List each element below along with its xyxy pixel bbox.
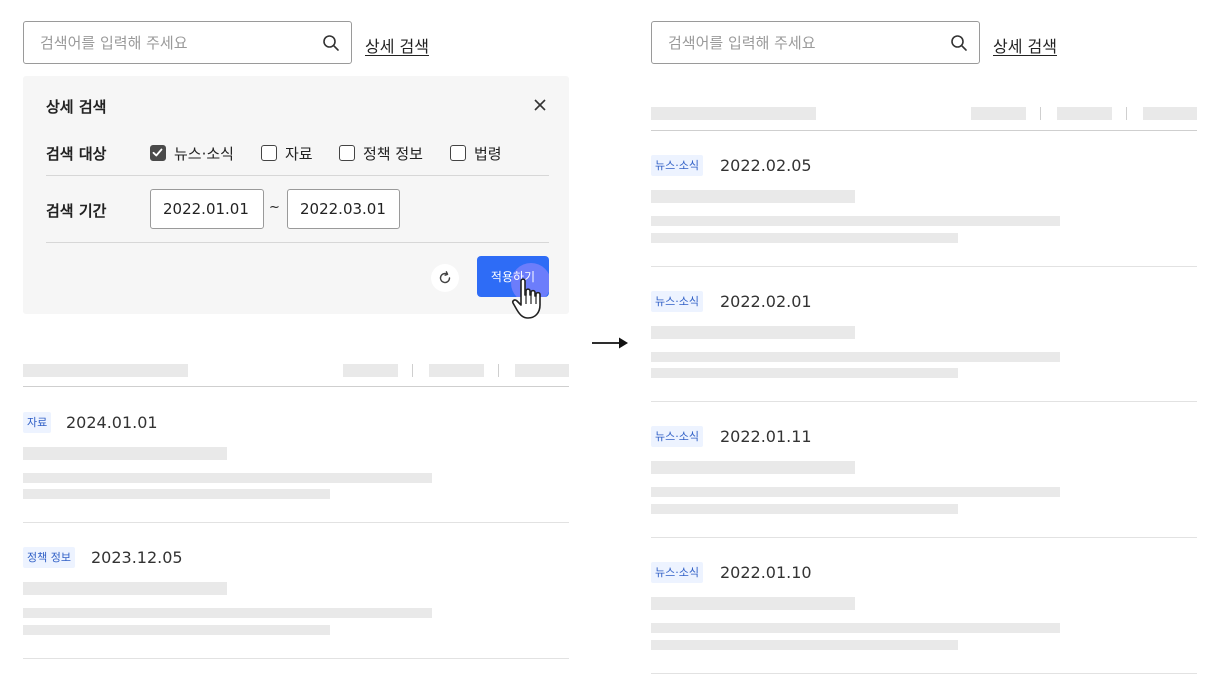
divider: [23, 386, 569, 387]
separator: [412, 364, 413, 377]
skeleton-bar: [651, 368, 958, 378]
target-label: 뉴스·소식: [174, 144, 234, 163]
skeleton-bar: [651, 326, 855, 339]
skeleton-bar: [23, 473, 432, 483]
skeleton-bar: [23, 447, 227, 460]
target-label: 자료: [285, 144, 313, 163]
advanced-search-link[interactable]: 상세 검색: [993, 33, 1057, 57]
advanced-search-panel: 상세 검색 검색 대상 뉴스·소식 자료 정책 정보 법령 검색 기간 ~: [23, 76, 569, 314]
search-box: [23, 21, 352, 64]
category-badge: 뉴스·소식: [651, 291, 703, 312]
advanced-search-link[interactable]: 상세 검색: [365, 33, 429, 57]
search-input[interactable]: [668, 22, 938, 63]
target-data-checkbox[interactable]: 자료: [261, 143, 313, 163]
skeleton-bar: [651, 352, 1060, 362]
result-date: 2024.01.01: [66, 413, 158, 432]
divider: [651, 130, 1197, 131]
panel-title: 상세 검색: [46, 98, 107, 116]
skeleton-bar: [651, 190, 855, 203]
skeleton-bar: [651, 487, 1060, 497]
divider: [651, 401, 1197, 402]
result-date: 2022.01.11: [720, 427, 812, 446]
checkmark-icon: [150, 145, 166, 161]
end-date-field[interactable]: [287, 189, 400, 229]
target-policy-checkbox[interactable]: 정책 정보: [339, 143, 423, 163]
result-date: 2022.02.01: [720, 292, 812, 311]
checkbox-box: [261, 145, 277, 161]
skeleton-bar: [23, 364, 188, 377]
checkbox-box: [339, 145, 355, 161]
close-icon[interactable]: [531, 96, 549, 114]
target-law-checkbox[interactable]: 법령: [450, 143, 502, 163]
skeleton-bar: [971, 107, 1026, 120]
category-badge: 뉴스·소식: [651, 426, 703, 447]
skeleton-bar: [429, 364, 484, 377]
hand-pointer-icon: [511, 273, 553, 321]
skeleton-bar: [651, 597, 855, 610]
search-icon[interactable]: [321, 33, 341, 53]
category-badge: 뉴스·소식: [651, 155, 703, 176]
divider: [46, 242, 549, 243]
search-icon[interactable]: [949, 33, 969, 53]
skeleton-bar: [1143, 107, 1197, 120]
skeleton-bar: [651, 640, 958, 650]
skeleton-bar: [651, 233, 958, 243]
skeleton-bar: [651, 504, 958, 514]
separator: [498, 364, 499, 377]
divider: [651, 537, 1197, 538]
target-label: 정책 정보: [363, 144, 423, 163]
category-badge: 뉴스·소식: [651, 562, 703, 583]
skeleton-bar: [515, 364, 569, 377]
skeleton-bar: [23, 608, 432, 618]
result-date: 2023.12.05: [91, 548, 183, 567]
divider: [46, 175, 549, 176]
target-news-checkbox[interactable]: 뉴스·소식: [150, 143, 234, 163]
search-box: [651, 21, 980, 64]
skeleton-bar: [1057, 107, 1112, 120]
skeleton-bar: [651, 461, 855, 474]
divider: [23, 658, 569, 659]
skeleton-bar: [651, 623, 1060, 633]
skeleton-bar: [23, 582, 227, 595]
divider: [651, 673, 1197, 674]
result-date: 2022.01.10: [720, 563, 812, 582]
search-target-label: 검색 대상: [46, 145, 107, 163]
skeleton-bar: [651, 216, 1060, 226]
refresh-icon[interactable]: [431, 264, 459, 292]
target-label: 법령: [474, 144, 502, 163]
result-date: 2022.02.05: [720, 156, 812, 175]
separator: [1126, 107, 1127, 120]
separator: [1040, 107, 1041, 120]
range-separator: ~: [269, 200, 280, 215]
start-date-field[interactable]: [150, 189, 264, 229]
search-period-label: 검색 기간: [46, 202, 107, 220]
right-arrow-icon: [591, 335, 629, 351]
category-badge: 자료: [23, 412, 52, 433]
category-badge: 정책 정보: [23, 547, 75, 568]
search-input[interactable]: [40, 22, 310, 63]
divider: [23, 522, 569, 523]
skeleton-bar: [23, 489, 330, 499]
skeleton-bar: [343, 364, 398, 377]
checkbox-box: [450, 145, 466, 161]
divider: [651, 266, 1197, 267]
skeleton-bar: [23, 625, 330, 635]
skeleton-bar: [651, 107, 816, 120]
